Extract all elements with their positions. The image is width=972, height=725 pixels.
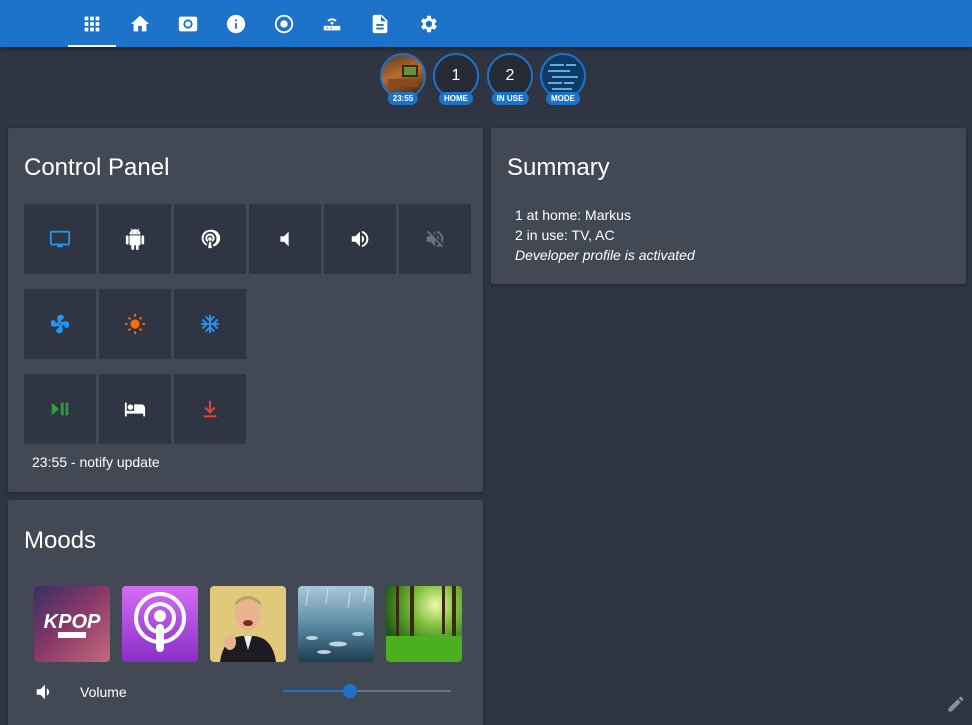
tab-home[interactable] <box>116 0 164 47</box>
sleep-button[interactable] <box>99 374 171 444</box>
badge-time-label: 23:55 <box>387 92 419 105</box>
control-panel-card: Control Panel 23:55 - notify update <box>8 128 483 492</box>
card-title: Summary <box>507 154 610 181</box>
summary-line-profile: Developer profile is activated <box>515 247 695 263</box>
target-record-icon <box>274 14 294 33</box>
heat-button[interactable] <box>99 289 171 359</box>
badge-in-use[interactable]: 2 IN USE <box>487 53 533 105</box>
code-matrix-icon <box>548 64 578 90</box>
rain-water-image <box>298 586 374 662</box>
summary-line-home: 1 at home: Markus <box>515 207 631 223</box>
badge-home-label: HOME <box>439 92 473 105</box>
mood-person[interactable] <box>210 586 286 662</box>
podcast-button[interactable] <box>174 204 246 274</box>
tab-speaker[interactable] <box>164 0 212 47</box>
download-button[interactable] <box>174 374 246 444</box>
document-icon <box>372 14 388 33</box>
volume-slider[interactable] <box>283 684 451 698</box>
play-pause-button[interactable] <box>24 374 96 444</box>
volume-icon <box>36 684 50 700</box>
badge-time[interactable]: 23:55 <box>380 53 426 105</box>
mood-podcast[interactable] <box>122 586 198 662</box>
play-pause-icon <box>51 402 69 416</box>
mood-forest[interactable] <box>386 586 462 662</box>
fan-button[interactable] <box>24 289 96 359</box>
mood-rain[interactable] <box>298 586 374 662</box>
surround-speaker-icon <box>178 16 198 31</box>
person-photo-image <box>210 586 286 662</box>
moods-card: Moods KPOP Volume <box>8 500 483 725</box>
home-icon <box>130 15 150 31</box>
tab-record[interactable] <box>260 0 308 47</box>
badge-mode[interactable]: MODE <box>540 53 586 105</box>
summary-card: Summary 1 at home: Markus 2 in use: TV, … <box>491 128 966 284</box>
sun-icon <box>124 313 146 335</box>
tab-apps[interactable] <box>68 0 116 47</box>
volume-up-button[interactable] <box>324 204 396 274</box>
volume-down-button[interactable] <box>249 204 321 274</box>
kpop-logo-text: KPOP <box>44 611 101 633</box>
badge-home[interactable]: 1 HOME <box>433 53 479 105</box>
badge-in-use-label: IN USE <box>491 92 529 105</box>
snowflake-icon <box>200 314 220 334</box>
cool-button[interactable] <box>174 289 246 359</box>
info-icon <box>226 14 246 33</box>
summary-content: 1 at home: Markus 2 in use: TV, AC Devel… <box>515 205 695 265</box>
fan-icon <box>50 314 70 334</box>
volume-slider-fill <box>283 690 351 692</box>
tv-button[interactable] <box>24 204 96 274</box>
mood-kpop[interactable]: KPOP <box>34 586 110 662</box>
volume-low-icon <box>280 231 289 247</box>
badge-mode-label: MODE <box>546 92 580 105</box>
podcast-app-image <box>122 586 198 662</box>
tab-router[interactable] <box>308 0 356 47</box>
bed-icon <box>124 402 146 417</box>
card-title: Control Panel <box>24 154 170 181</box>
tab-info[interactable] <box>212 0 260 47</box>
volume-high-icon <box>351 230 369 248</box>
android-icon <box>125 228 145 250</box>
mute-button[interactable] <box>399 204 471 274</box>
summary-line-in-use: 2 in use: TV, AC <box>515 227 615 243</box>
forest-image <box>386 586 462 662</box>
card-title: Moods <box>24 527 97 554</box>
top-app-bar <box>0 0 972 47</box>
router-icon <box>323 17 341 30</box>
settings-gear-icon <box>421 15 437 32</box>
volume-slider-thumb[interactable] <box>343 684 358 698</box>
android-button[interactable] <box>99 204 171 274</box>
room-photo-icon <box>388 65 418 87</box>
notify-status-text: 23:55 - notify update <box>32 454 160 470</box>
apps-grid-icon <box>84 16 100 31</box>
volume-off-icon <box>426 230 444 248</box>
tab-settings[interactable] <box>404 0 452 47</box>
kpop-cover-image: KPOP <box>34 586 110 662</box>
edit-corner-icon[interactable] <box>946 694 966 714</box>
podcast-icon <box>201 229 221 249</box>
volume-label: Volume <box>80 684 127 700</box>
download-icon <box>203 400 217 418</box>
tab-document[interactable] <box>356 0 404 47</box>
monitor-icon <box>49 230 71 248</box>
